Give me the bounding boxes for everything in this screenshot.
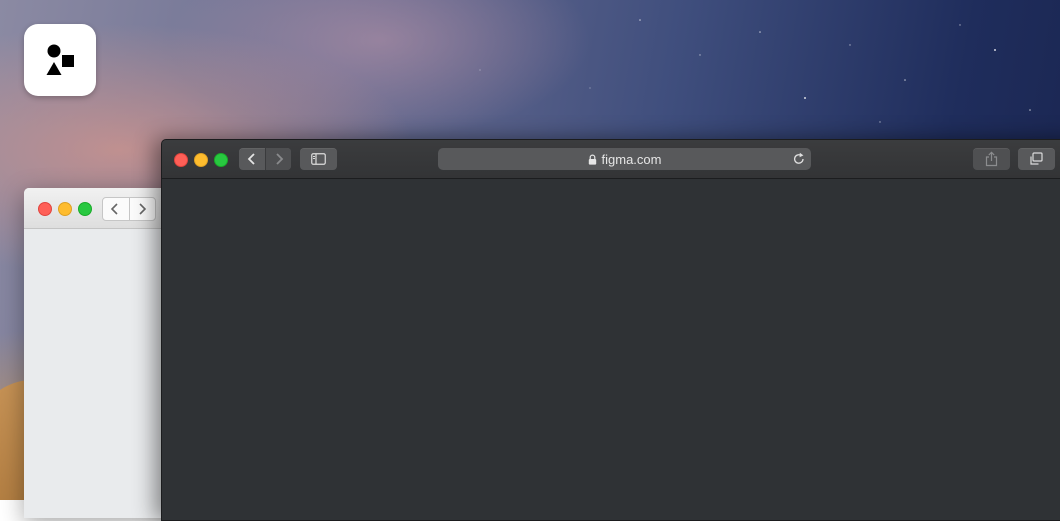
forward-button[interactable] (264, 148, 291, 170)
browser-toolbar: figma.com (162, 140, 1060, 179)
share-button[interactable] (973, 148, 1010, 170)
sidebar-icon (311, 153, 326, 165)
url-text: figma.com (601, 151, 662, 167)
stars (479, 19, 1031, 123)
zoom-button[interactable] (214, 153, 228, 167)
zoom-button[interactable] (78, 202, 92, 216)
back-button[interactable] (103, 198, 129, 220)
close-button[interactable] (174, 153, 188, 167)
navigation-buttons (239, 148, 291, 170)
address-content: figma.com (438, 148, 811, 170)
forward-button[interactable] (128, 198, 156, 220)
lock-icon (588, 154, 596, 165)
sidebar-toggle-button[interactable] (300, 148, 337, 170)
page-content[interactable] (162, 179, 1060, 520)
app-icon[interactable] (24, 24, 96, 96)
chevron-left-icon (110, 203, 118, 215)
chevron-left-icon (247, 153, 255, 165)
background-window-nav (102, 197, 156, 221)
tab-overview-icon (1030, 152, 1043, 165)
back-button[interactable] (239, 148, 265, 170)
reload-icon[interactable] (791, 151, 807, 167)
shapes-icon (46, 44, 74, 75)
chevron-right-icon (275, 153, 283, 165)
minimize-button[interactable] (194, 153, 208, 167)
close-button[interactable] (38, 202, 52, 216)
chevron-right-icon (138, 203, 146, 215)
minimize-button[interactable] (58, 202, 72, 216)
browser-window[interactable]: figma.com (161, 139, 1060, 521)
tab-overview-button[interactable] (1018, 148, 1055, 170)
address-bar[interactable]: figma.com (438, 148, 811, 170)
share-icon (985, 151, 998, 167)
